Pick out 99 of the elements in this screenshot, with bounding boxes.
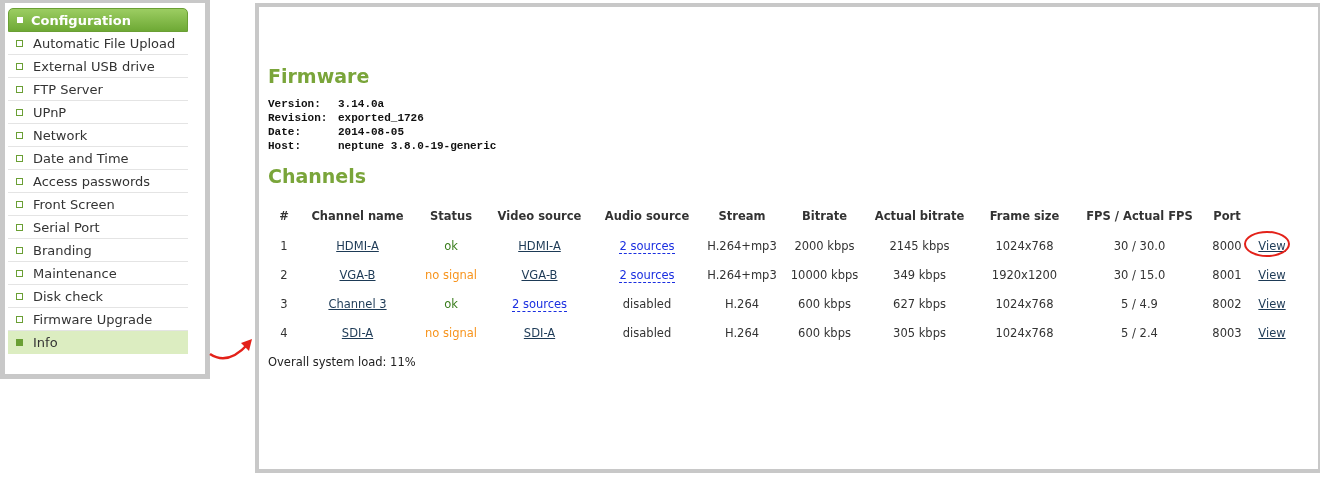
table-cell: disabled — [622, 296, 672, 311]
table-link[interactable]: Channel 3 — [328, 296, 387, 311]
table-cell: H.264+mp3 — [707, 238, 777, 253]
table-cell: 30 / 30.0 — [1113, 238, 1166, 253]
table-link[interactable]: View — [1258, 296, 1286, 311]
table-cell: 8000 — [1212, 238, 1242, 253]
square-bullet-icon — [16, 223, 23, 231]
table-cell: 1024x768 — [995, 238, 1054, 253]
square-bullet-icon — [16, 85, 23, 93]
square-bullet-icon — [16, 338, 23, 346]
sidebar-item[interactable]: Network — [8, 124, 188, 147]
section-heading: Channels — [268, 165, 367, 187]
table-link[interactable]: VGA-B — [339, 267, 376, 282]
sidebar-item[interactable]: Serial Port — [8, 216, 188, 239]
table-link[interactable]: HDMI-A — [336, 238, 379, 253]
table-cell: 4 — [280, 325, 288, 340]
square-bullet-icon — [16, 177, 23, 185]
table-cell: H.264+mp3 — [707, 267, 777, 282]
square-bullet-icon — [16, 315, 23, 323]
sidebar-item[interactable]: External USB drive — [8, 55, 188, 78]
sidebar-item[interactable]: Info — [8, 331, 188, 354]
status-text: ok — [444, 296, 458, 311]
square-bullet-icon — [16, 108, 23, 116]
field-value: exported_1726 — [338, 111, 424, 125]
field-value: 3.14.0a — [338, 97, 385, 111]
sidebar-item[interactable]: Access passwords — [8, 170, 188, 193]
table-cell: 30 / 15.0 — [1113, 267, 1166, 282]
column-header: Audio source — [604, 209, 690, 223]
table-cell: 5 / 2.4 — [1121, 325, 1158, 340]
section-heading: Firmware — [268, 65, 370, 87]
column-header: Stream — [718, 209, 766, 223]
square-bullet-icon — [16, 200, 23, 208]
column-header: Status — [429, 209, 473, 223]
table-link[interactable]: HDMI-A — [518, 238, 561, 253]
square-bullet-icon — [16, 154, 23, 162]
square-bullet-icon — [16, 62, 23, 70]
table-cell: 600 kbps — [798, 325, 851, 340]
table-cell: 8001 — [1212, 267, 1242, 282]
sidebar-item[interactable]: Disk check — [8, 285, 188, 308]
status-text: no signal — [425, 267, 477, 282]
table-cell: 1 — [280, 238, 288, 253]
square-bullet-icon — [17, 17, 23, 23]
sidebar-item[interactable]: Date and Time — [8, 147, 188, 170]
table-cell: 627 kbps — [893, 296, 946, 311]
table-cell: 600 kbps — [798, 296, 851, 311]
sources-link[interactable]: 2 sources — [511, 296, 568, 312]
column-header: Channel name — [311, 209, 404, 223]
column-header: Frame size — [989, 209, 1060, 223]
sidebar-header-label: Configuration — [31, 12, 131, 28]
table-cell: H.264 — [724, 325, 760, 340]
square-bullet-icon — [16, 39, 23, 47]
field-value: 2014-08-05 — [338, 125, 404, 139]
table-link[interactable]: VGA-B — [521, 267, 558, 282]
status-text: no signal — [425, 325, 477, 340]
column-header: Port — [1213, 209, 1241, 223]
table-cell: 1920x1200 — [991, 267, 1058, 282]
table-cell: disabled — [622, 325, 672, 340]
square-bullet-icon — [16, 246, 23, 254]
table-cell: 2145 kbps — [889, 238, 950, 253]
table-cell: 8002 — [1212, 296, 1242, 311]
sidebar-item[interactable]: Automatic File Upload — [8, 32, 188, 55]
square-bullet-icon — [16, 131, 23, 139]
table-cell: 1024x768 — [995, 296, 1054, 311]
table-cell: 3 — [280, 296, 288, 311]
sidebar-item[interactable]: Branding — [8, 239, 188, 262]
table-link[interactable]: SDI-A — [523, 325, 556, 340]
table-cell: 5 / 4.9 — [1121, 296, 1158, 311]
square-bullet-icon — [16, 292, 23, 300]
sidebar-item[interactable]: Maintenance — [8, 262, 188, 285]
column-header: Video source — [497, 209, 582, 223]
column-header: Bitrate — [802, 209, 847, 223]
field-label: Host: — [268, 139, 302, 153]
table-link[interactable]: View — [1258, 325, 1286, 340]
sidebar-item[interactable]: Front Screen — [8, 193, 188, 216]
table-cell: 349 kbps — [893, 267, 946, 282]
table-cell: 305 kbps — [893, 325, 946, 340]
table-link[interactable]: View — [1258, 238, 1286, 253]
table-cell: 8003 — [1212, 325, 1242, 340]
column-header: # — [279, 209, 289, 223]
table-cell: 10000 kbps — [790, 267, 859, 282]
table-cell: 1024x768 — [995, 325, 1054, 340]
column-header: FPS / Actual FPS — [1086, 209, 1193, 223]
field-value: neptune 3.8.0-19-generic — [338, 139, 497, 153]
sources-link[interactable]: 2 sources — [619, 238, 675, 254]
square-bullet-icon — [16, 269, 23, 277]
table-link[interactable]: SDI-A — [341, 325, 374, 340]
table-link[interactable]: View — [1258, 267, 1286, 282]
field-label: Revision: — [268, 111, 329, 125]
sidebar-item[interactable]: FTP Server — [8, 78, 188, 101]
status-text: ok — [444, 238, 458, 253]
table-cell: 2 — [280, 267, 288, 282]
sources-link[interactable]: 2 sources — [619, 267, 675, 283]
table-cell: H.264 — [724, 296, 760, 311]
column-header: Actual bitrate — [874, 209, 965, 223]
field-label: Version: — [268, 97, 322, 111]
field-label: Date: — [268, 125, 302, 139]
system-load-text: Overall system load: 11% — [268, 355, 416, 369]
table-cell: 2000 kbps — [794, 238, 855, 253]
sidebar-item[interactable]: UPnP — [8, 101, 188, 124]
